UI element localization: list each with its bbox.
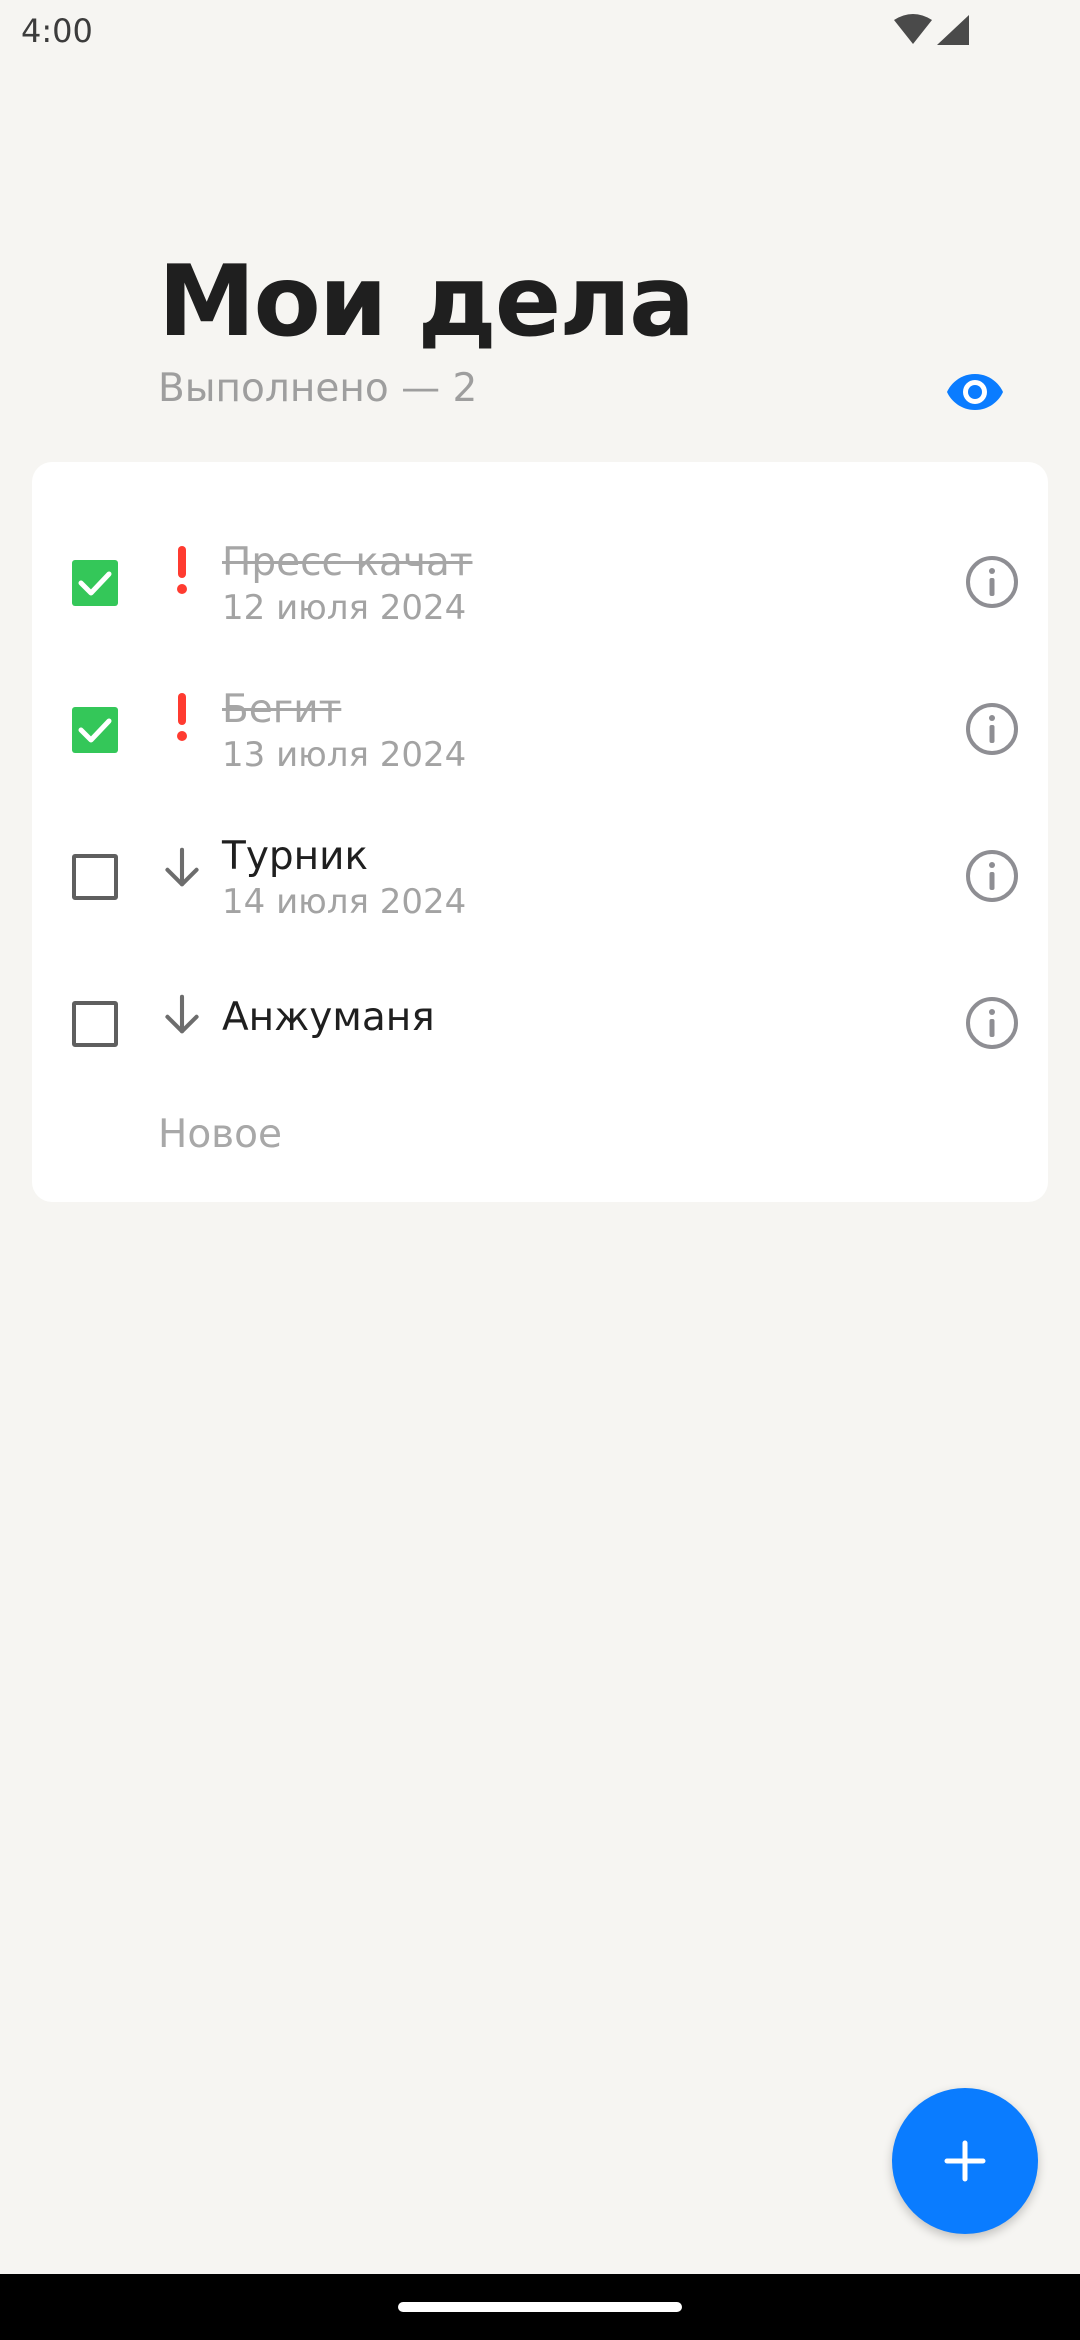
priority-indicator — [162, 844, 202, 900]
task-checkbox[interactable] — [72, 1001, 118, 1047]
task-info-button[interactable] — [962, 993, 1022, 1053]
cellular-signal-icon — [937, 15, 969, 45]
task-list-card: Пресс качат 12 июля 2024 Бегит 13 июля 2… — [32, 462, 1048, 1202]
task-checkbox[interactable] — [72, 854, 118, 900]
task-text: Пресс качат — [222, 540, 473, 585]
task-row[interactable]: Турник 14 июля 2024 — [32, 786, 1048, 932]
task-row[interactable]: Бегит 13 июля 2024 — [32, 639, 1048, 785]
page-header: Мои дела — [158, 244, 695, 360]
task-text: Бегит — [222, 687, 342, 732]
toggle-completed-visibility-button[interactable] — [942, 364, 1008, 420]
wifi-icon — [894, 14, 932, 44]
task-row[interactable]: Анжуманя — [32, 933, 1048, 1079]
plus-icon — [944, 2140, 986, 2182]
arrow-down-icon — [165, 847, 199, 887]
new-task-button[interactable]: Новое — [158, 1112, 282, 1157]
task-info-button[interactable] — [962, 552, 1022, 612]
info-icon — [966, 703, 1018, 755]
task-checkbox[interactable] — [72, 560, 118, 606]
priority-indicator — [162, 546, 202, 602]
task-date: 14 июля 2024 — [222, 882, 467, 922]
task-date: 13 июля 2024 — [222, 735, 467, 775]
info-icon — [966, 556, 1018, 608]
exclamation-icon — [177, 693, 187, 741]
status-time: 4:00 — [21, 12, 93, 50]
completed-count: Выполнено — 2 — [158, 366, 478, 411]
task-text: Турник — [222, 834, 369, 879]
status-bar: 4:00 — [0, 0, 1080, 64]
task-date: 12 июля 2024 — [222, 588, 467, 628]
add-task-button[interactable] — [892, 2088, 1038, 2234]
info-icon — [966, 997, 1018, 1049]
page-title: Мои дела — [158, 245, 695, 359]
checkmark-icon — [78, 571, 112, 596]
task-row[interactable]: Пресс качат 12 июля 2024 — [32, 492, 1048, 638]
info-icon — [966, 850, 1018, 902]
exclamation-icon — [177, 546, 187, 594]
arrow-down-icon — [165, 994, 199, 1034]
home-gesture-handle[interactable] — [398, 2302, 682, 2312]
checkmark-icon — [78, 718, 112, 743]
task-text: Анжуманя — [222, 995, 435, 1040]
task-info-button[interactable] — [962, 846, 1022, 906]
priority-indicator — [162, 693, 202, 749]
task-info-button[interactable] — [962, 699, 1022, 759]
system-navigation-bar — [0, 2274, 1080, 2340]
priority-indicator — [162, 991, 202, 1047]
eye-icon — [947, 374, 1003, 410]
task-checkbox[interactable] — [72, 707, 118, 753]
status-icons — [894, 14, 970, 46]
